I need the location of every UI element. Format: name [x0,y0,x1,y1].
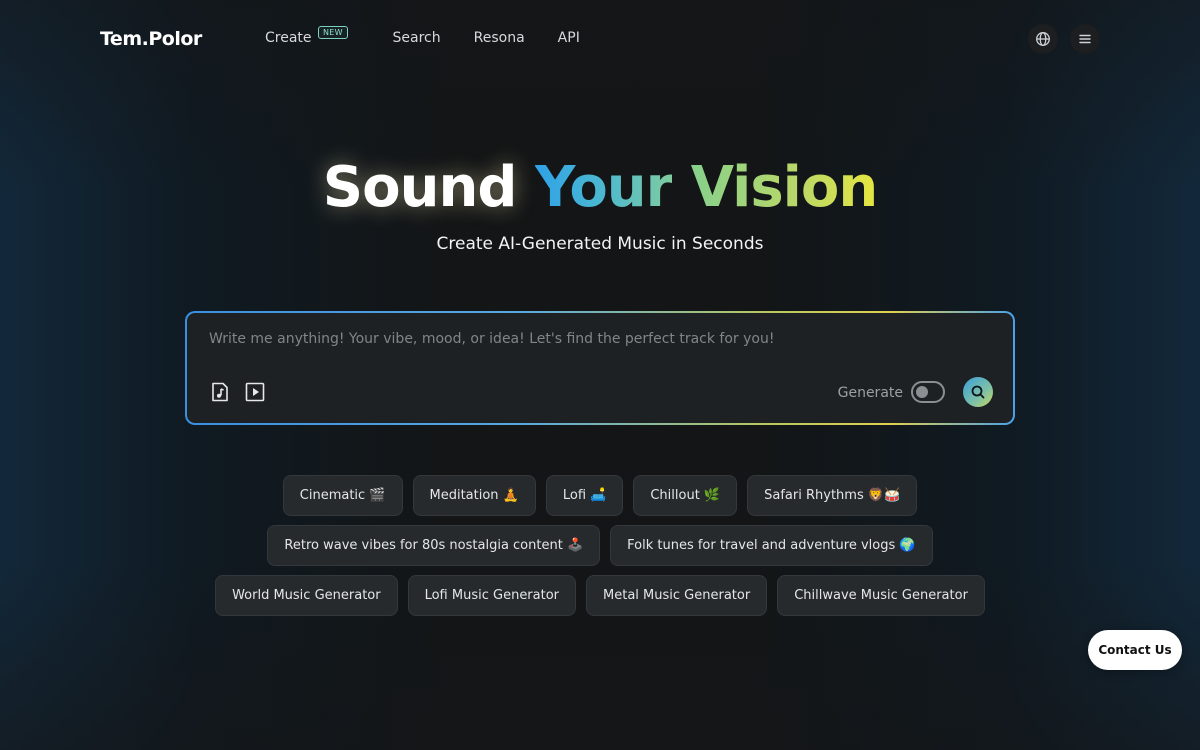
nav-search[interactable]: Search [393,30,441,46]
generate-label: Generate [837,385,903,401]
generator-link-chip[interactable]: Lofi Music Generator [407,575,577,616]
hero-title-word-2: Your [534,155,673,220]
menu-icon [1079,34,1091,44]
hero-subtitle: Create AI-Generated Music in Seconds [436,234,764,254]
nav-api-label: API [557,30,580,46]
suggestion-chip[interactable]: Meditation 🧘 [412,475,536,516]
nav-create-label: Create [265,30,312,46]
hero-title: Sound Your Vision [0,155,1200,220]
nav-resona[interactable]: Resona [474,30,525,46]
generator-link-chip[interactable]: World Music Generator [215,575,398,616]
prompt-box-border: Generate [185,311,1015,425]
header: Tem.Polor Create NEW Search Resona API [0,0,1200,80]
prompt-input[interactable] [209,331,989,347]
suggestion-chip[interactable]: Chillout 🌿 [633,475,738,516]
suggestion-row-1: Cinematic 🎬 Meditation 🧘 Lofi 🛋️ Chillou… [0,475,1200,516]
generator-link-chip[interactable]: Metal Music Generator [586,575,768,616]
contact-us-button[interactable]: Contact Us [1088,630,1182,670]
suggestion-chip[interactable]: Safari Rhythms 🦁🥁 [747,475,918,516]
suggestion-row-2: Retro wave vibes for 80s nostalgia conte… [0,525,1200,566]
generator-link-chip[interactable]: Chillwave Music Generator [777,575,985,616]
nav-search-label: Search [392,30,441,46]
language-button[interactable] [1028,24,1058,54]
logo[interactable]: Tem.Polor [100,28,202,50]
suggestion-chip[interactable]: Folk tunes for travel and adventure vlog… [610,525,933,566]
hero-title-word-1: Sound [322,155,518,220]
main-nav: Create NEW Search Resona API [265,26,613,46]
suggestion-chip[interactable]: Cinematic 🎬 [282,475,403,516]
hero-title-word-3: Vision [690,155,878,220]
suggestion-row-3: World Music Generator Lofi Music Generat… [0,575,1200,616]
search-icon [971,385,985,399]
video-play-icon[interactable] [244,381,266,403]
suggestion-chip[interactable]: Retro wave vibes for 80s nostalgia conte… [267,525,601,566]
nav-api[interactable]: API [558,30,580,46]
nav-resona-label: Resona [473,30,525,46]
suggestion-chip[interactable]: Lofi 🛋️ [545,475,624,516]
music-file-icon[interactable] [209,381,231,403]
prompt-box: Generate [187,313,1013,423]
menu-button[interactable] [1070,24,1100,54]
submit-search-button[interactable] [963,377,993,407]
new-badge: NEW [318,26,348,39]
nav-create[interactable]: Create NEW [265,26,348,46]
generate-toggle[interactable] [911,381,945,403]
globe-icon [1036,32,1050,46]
